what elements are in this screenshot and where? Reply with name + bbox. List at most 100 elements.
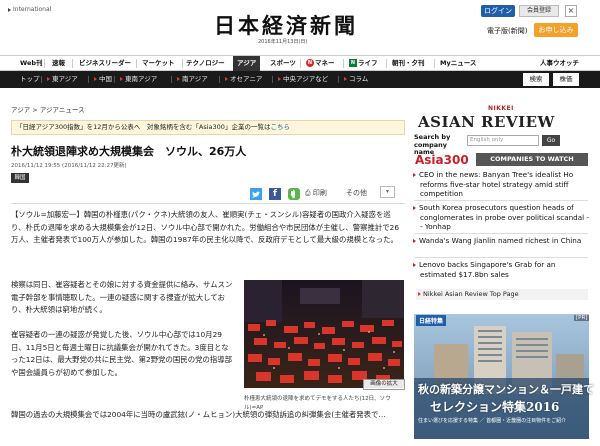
subnav-column[interactable]: コラム (344, 71, 368, 88)
nav-market[interactable]: マーケット (142, 56, 175, 71)
arrow-icon (94, 77, 97, 81)
arrow-icon (8, 7, 11, 12)
news-item[interactable]: CEO in the news: Banyan Tree's idealist … (413, 170, 590, 199)
subnav-china[interactable]: 中国 (94, 71, 112, 88)
breadcrumb[interactable]: アジア > アジアニュース (11, 104, 85, 114)
subnav-sep (171, 76, 172, 83)
subnav-oceania[interactable]: オセアニア (225, 71, 262, 88)
nav-sep (434, 59, 435, 68)
arrow-icon (177, 77, 180, 81)
edition-link[interactable]: 電子版(新聞) (487, 26, 527, 36)
nav-sep (343, 59, 344, 68)
search-button[interactable]: 検索 (523, 73, 549, 86)
share-other-label: その他 (346, 189, 367, 197)
asia300-logo[interactable]: Asia300 (415, 153, 469, 167)
nav-business[interactable]: ビジネスリーダー (79, 56, 131, 71)
nar-search-input[interactable]: English only (467, 135, 539, 146)
nav-jinji[interactable]: 人事ウオッチ (540, 56, 579, 71)
subnav-south-asia-label: 南アジア (182, 75, 208, 83)
news-item[interactable]: South Korea prosecutors question heads o… (413, 203, 590, 232)
companies-to-watch-button[interactable]: COMPANIES TO WATCH (476, 153, 588, 166)
subnav-south-asia[interactable]: 南アジア (177, 71, 208, 88)
nav-web[interactable]: Web刊 (20, 56, 43, 71)
subnav-southeast-asia[interactable]: 東南アジア (120, 71, 157, 88)
protest-photo[interactable] (244, 280, 404, 388)
nar-logo[interactable]: ASIAN REVIEW (418, 113, 555, 131)
subnav-china-label: 中国 (99, 75, 112, 83)
ad-subtext: 住まい選びを応援する特集 ／ 首都圏・近畿圏の注目物件をご紹介 (418, 418, 567, 424)
nav-life[interactable]: N ライフ (349, 56, 378, 71)
nar-nikkei-label: NIKKEI (488, 105, 514, 112)
print-button[interactable]: ⎙ 印刷 (305, 188, 327, 198)
header-date: 2016年11月13日(日) (258, 39, 308, 45)
ad-headline-2: セレクション特集2016 (430, 400, 560, 414)
login-button[interactable]: ログイン (481, 5, 515, 17)
nav-sep (386, 59, 387, 68)
subnav-central-asia-label: 中央アジアなど (283, 75, 329, 83)
stock-button[interactable]: 株価 (553, 73, 579, 86)
asia300-number: 300 (443, 153, 469, 167)
print-icon: ⎙ (305, 189, 313, 197)
nar-top-page-link[interactable]: Nikkei Asian Review Top Page (416, 289, 588, 300)
bullet-icon (413, 206, 416, 210)
nav-money-label: マネー (315, 59, 335, 67)
nav-money[interactable]: N マネー (306, 56, 335, 71)
divider (414, 200, 588, 201)
divider (414, 233, 588, 234)
subnav-central-asia[interactable]: 中央アジアなど (278, 71, 328, 88)
nav-life-label: ライフ (358, 59, 378, 67)
close-icon[interactable]: × (565, 5, 577, 17)
subnav-top[interactable]: トップ (20, 71, 40, 88)
notice-link[interactable]: こちら (270, 123, 290, 131)
subnav-southeast-asia-label: 東南アジア (125, 75, 158, 83)
share-more-button[interactable]: ▾ (380, 186, 395, 198)
topic-tag[interactable]: 韓国 (11, 173, 29, 183)
international-link[interactable]: International (8, 6, 51, 13)
twitter-icon[interactable] (250, 188, 262, 200)
nav-sports[interactable]: スポーツ (270, 56, 296, 71)
nav-sep (72, 59, 73, 68)
ad-headline-1: 秋の新築分譲マンション＆一戸建て (418, 383, 594, 396)
article-paragraph-2: 検察は同日、崔容疑者とその娘に対する資金提供に絡み、サムスン電子幹部を事情聴取し… (11, 280, 233, 314)
apply-button[interactable]: お申し込み (534, 23, 578, 37)
nav-sep (300, 59, 301, 68)
evernote-icon[interactable] (288, 188, 300, 200)
bullet-icon (413, 239, 416, 243)
divider (414, 257, 588, 258)
article-paragraph-3: 崔容疑者の一連の疑惑が発覚した後、ソウル中心部では10月29日、11月5日と毎週… (11, 330, 233, 377)
arrow-icon (47, 77, 50, 81)
subnav-sep (272, 76, 273, 83)
international-label: International (13, 6, 52, 13)
site-logo[interactable]: 日本経済新聞 (214, 10, 358, 40)
main-nav: Web刊 速報 ビジネスリーダー マーケット テクノロジー アジア スポーツ N… (0, 55, 600, 71)
article-timestamp: 2016/11/12 19:55 (2016/11/12 22:27更新) (11, 163, 127, 169)
subnav-sep (114, 76, 115, 83)
sub-nav: トップ 東アジア 中国 東南アジア 南アジア オセアニア 中央アジアなど コラム (0, 71, 600, 88)
news-item[interactable]: Lenovo backs Singapore's Grab for an est… (413, 260, 590, 279)
nav-paper[interactable]: 朝刊・夕刊 (392, 56, 425, 71)
nav-sep (136, 59, 137, 68)
arrow-icon (418, 292, 421, 296)
news-item-text: Lenovo backs Singapore's Grab for an est… (419, 260, 556, 279)
money-icon: N (306, 59, 314, 67)
subnav-column-label: コラム (349, 75, 369, 83)
news-item[interactable]: Wanda's Wang Jianlin named richest in Ch… (413, 236, 590, 246)
nav-sep (182, 59, 183, 68)
ad-pr-label: [PR] (574, 315, 590, 321)
notice-text: 「日経アジア300指数」を12月から公表へ 対象銘柄を含む「Asia300」企業… (16, 123, 271, 131)
life-icon: N (349, 59, 357, 67)
facebook-icon[interactable]: f (269, 188, 281, 200)
nav-mynews[interactable]: Myニュース (440, 56, 476, 71)
nar-top-page-label: Nikkei Asian Review Top Page (423, 290, 519, 298)
nar-go-button[interactable]: Go (542, 135, 560, 146)
print-label: 印刷 (312, 189, 327, 197)
member-register-button[interactable]: 会員登録 (519, 5, 559, 17)
nav-tech[interactable]: テクノロジー (186, 56, 225, 71)
nav-breaking[interactable]: 速報 (52, 56, 65, 71)
subnav-oceania-label: オセアニア (230, 75, 263, 83)
nav-asia[interactable]: アジア (233, 56, 261, 71)
subnav-east-asia[interactable]: 東アジア (47, 71, 78, 88)
enlarge-image-button[interactable]: 画像の拡大 (363, 379, 405, 390)
ad-logo: 日経特集 (416, 315, 447, 326)
subnav-sep (219, 76, 220, 83)
